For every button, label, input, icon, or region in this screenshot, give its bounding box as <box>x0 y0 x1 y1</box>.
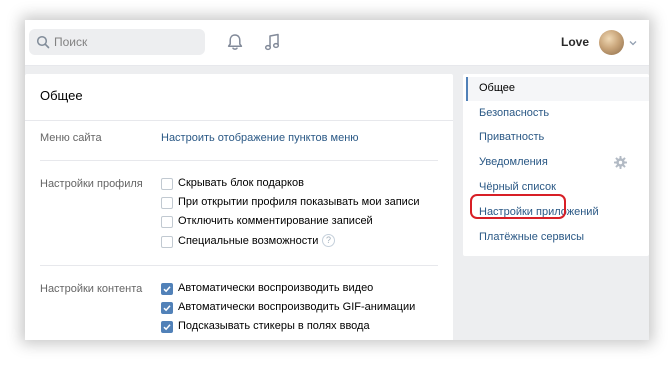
nav-item-label: Настройки приложений <box>479 206 599 218</box>
checkbox[interactable] <box>161 302 173 314</box>
checkbox[interactable] <box>161 216 173 228</box>
search-icon <box>36 35 50 49</box>
checkbox-label: Специальные возможности <box>178 235 319 247</box>
checkbox[interactable] <box>161 283 173 295</box>
nav-item-notifications[interactable]: Уведомления <box>466 151 649 175</box>
nav-item-payment-services[interactable]: Платёжные сервисы <box>466 226 649 250</box>
nav-item-general[interactable]: Общее <box>466 77 649 101</box>
search-box[interactable] <box>29 29 205 55</box>
checkmark-icon <box>163 305 171 312</box>
configure-menu-link[interactable]: Настроить отображение пунктов меню <box>161 132 359 144</box>
nav-item-label: Платёжные сервисы <box>479 231 584 243</box>
nav-item-label: Общее <box>479 82 516 94</box>
help-icon[interactable]: ? <box>322 234 335 247</box>
chevron-down-icon[interactable] <box>629 40 637 46</box>
title-divider <box>25 120 453 121</box>
checkbox[interactable] <box>161 178 173 190</box>
content-settings-label: Настройки контента <box>40 283 143 295</box>
nav-item-app-settings[interactable]: Настройки приложений <box>466 201 649 225</box>
search-input[interactable] <box>54 29 200 55</box>
checkbox[interactable] <box>161 236 173 248</box>
checkbox-label: Отключить комментирование записей <box>178 215 373 227</box>
top-header: Love <box>25 20 649 66</box>
nav-item-label: Уведомления <box>479 156 548 168</box>
page-title: Общее <box>40 88 83 103</box>
nav-item-security[interactable]: Безопасность <box>466 102 649 126</box>
checkmark-icon <box>163 286 171 293</box>
section-divider <box>40 265 438 266</box>
nav-item-privacy[interactable]: Приватность <box>466 126 649 150</box>
checkbox-label: При открытии профиля показывать мои запи… <box>178 196 420 208</box>
gear-icon[interactable] <box>614 156 627 169</box>
checkbox-label: Автоматически воспроизводить GIF-анимаци… <box>178 301 416 313</box>
app-window: Love Общее Меню сайта Настроить отображе… <box>25 20 649 340</box>
profile-settings-label: Настройки профиля <box>40 178 143 190</box>
active-indicator <box>466 77 468 101</box>
avatar[interactable] <box>599 30 624 55</box>
checkbox-label: Скрывать блок подарков <box>178 177 304 189</box>
checkbox[interactable] <box>161 321 173 333</box>
nav-item-label: Чёрный список <box>479 181 556 193</box>
section-divider <box>40 160 438 161</box>
checkmark-icon <box>163 324 171 331</box>
music-icon[interactable] <box>263 32 281 52</box>
settings-main-panel: Общее Меню сайта Настроить отображение п… <box>25 74 453 340</box>
bell-icon[interactable] <box>225 32 245 52</box>
user-name[interactable]: Love <box>561 35 589 49</box>
nav-item-label: Приватность <box>479 131 545 143</box>
site-menu-label: Меню сайта <box>40 132 102 144</box>
checkbox[interactable] <box>161 197 173 209</box>
settings-nav: Общее Безопасность Приватность Уведомлен… <box>463 74 649 256</box>
checkbox-label: Подсказывать стикеры в полях ввода <box>178 320 370 332</box>
nav-item-label: Безопасность <box>479 107 550 119</box>
checkbox-label: Автоматически воспроизводить видео <box>178 282 374 294</box>
nav-item-blacklist[interactable]: Чёрный список <box>466 176 649 200</box>
